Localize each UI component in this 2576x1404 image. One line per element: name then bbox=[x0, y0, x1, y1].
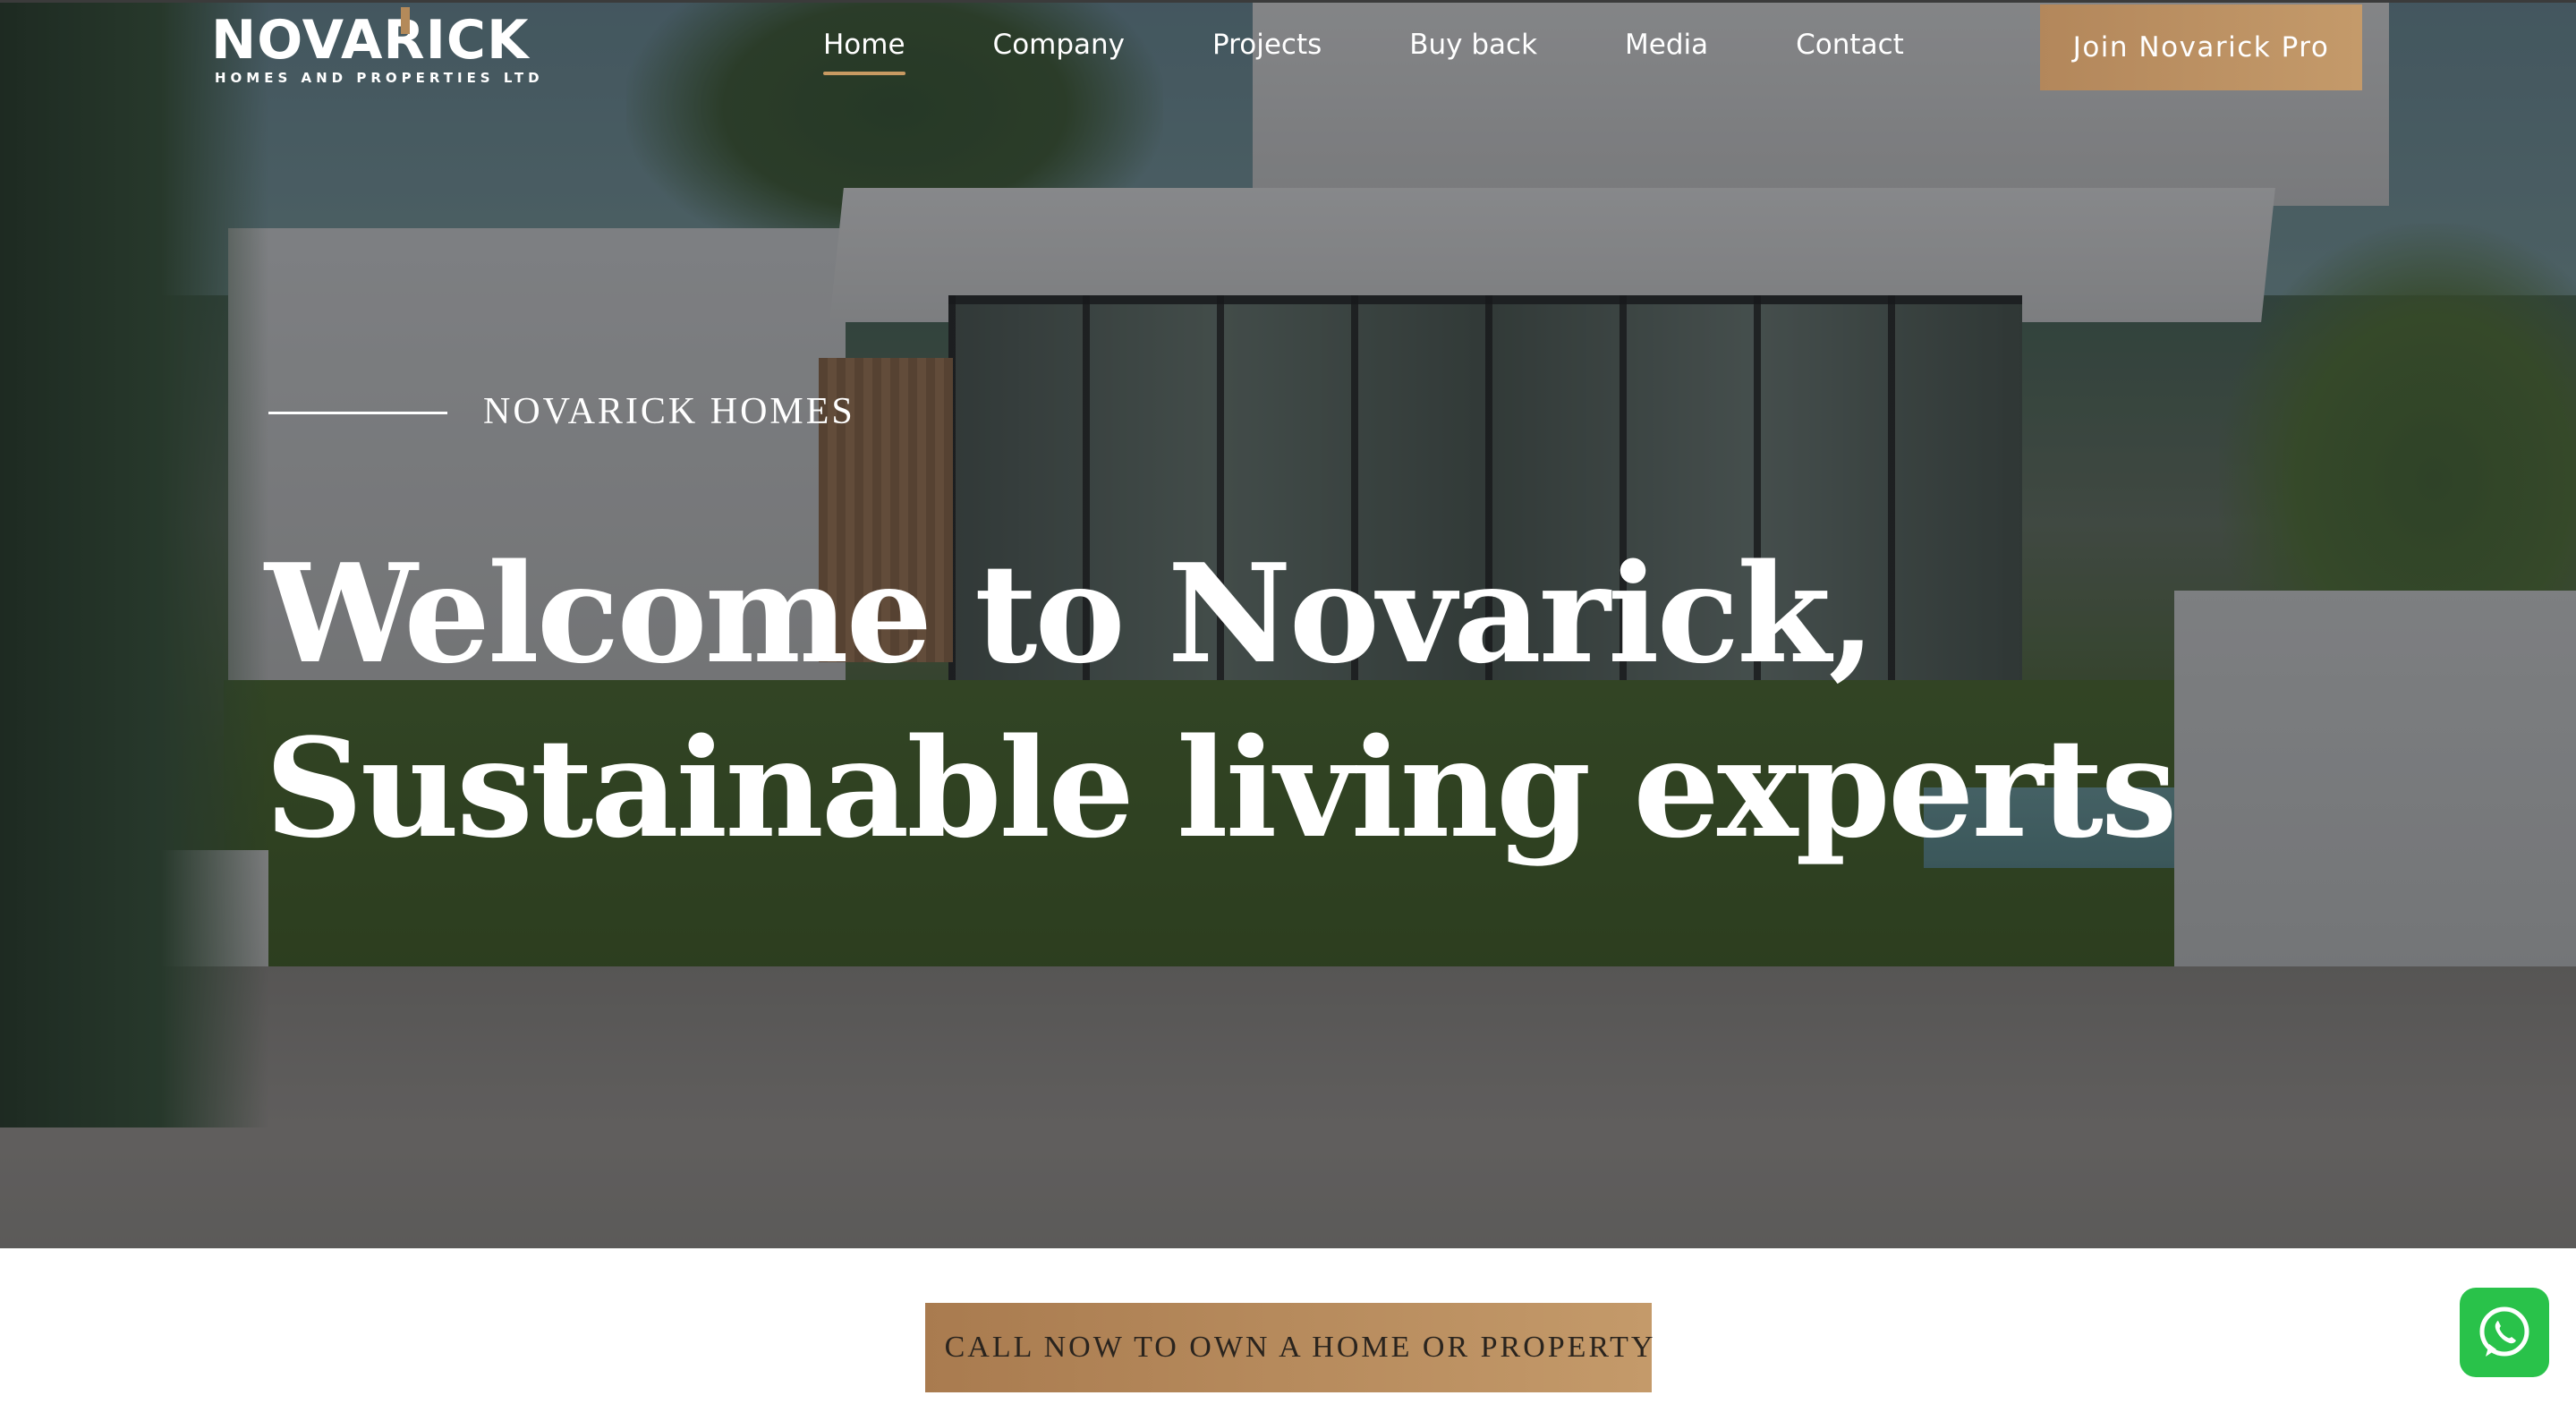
whatsapp-icon bbox=[2479, 1306, 2529, 1357]
nav-contact[interactable]: Contact bbox=[1796, 27, 1904, 63]
logo-wordmark: NOVARICK bbox=[211, 9, 530, 72]
hero-headline-line-2: Sustainable living experts bbox=[265, 708, 2177, 868]
join-pro-button[interactable]: Join Novarick Pro bbox=[2040, 4, 2362, 90]
hero-section: NOVARICK HOMES AND PROPERTIES LTD Home C… bbox=[0, 0, 2576, 1248]
hero-headline-line-1: Welcome to Novarick, bbox=[265, 533, 1875, 693]
hero-headline: Welcome to Novarick, Sustainable living … bbox=[265, 526, 2233, 875]
logo-spire-mark bbox=[401, 7, 410, 34]
nav-buy-back[interactable]: Buy back bbox=[1409, 27, 1537, 63]
call-now-button[interactable]: CALL NOW TO OWN A HOME OR PROPERTY bbox=[925, 1303, 1653, 1392]
logo-tagline: HOMES AND PROPERTIES LTD bbox=[215, 70, 544, 86]
whatsapp-button[interactable] bbox=[2460, 1288, 2549, 1377]
nav-home[interactable]: Home bbox=[823, 27, 905, 75]
eyebrow-divider bbox=[268, 412, 447, 414]
nav-media[interactable]: Media bbox=[1625, 27, 1708, 63]
nav-company[interactable]: Company bbox=[993, 27, 1125, 63]
hero-eyebrow: NOVARICK HOMES bbox=[483, 391, 855, 432]
nav-projects[interactable]: Projects bbox=[1212, 27, 1322, 63]
site-logo[interactable]: NOVARICK HOMES AND PROPERTIES LTD bbox=[211, 7, 540, 88]
main-navigation: Home Company Projects Buy back Media Con… bbox=[823, 0, 1904, 89]
call-now-label: CALL NOW TO OWN A HOME OR PROPERTY bbox=[944, 1331, 1656, 1364]
